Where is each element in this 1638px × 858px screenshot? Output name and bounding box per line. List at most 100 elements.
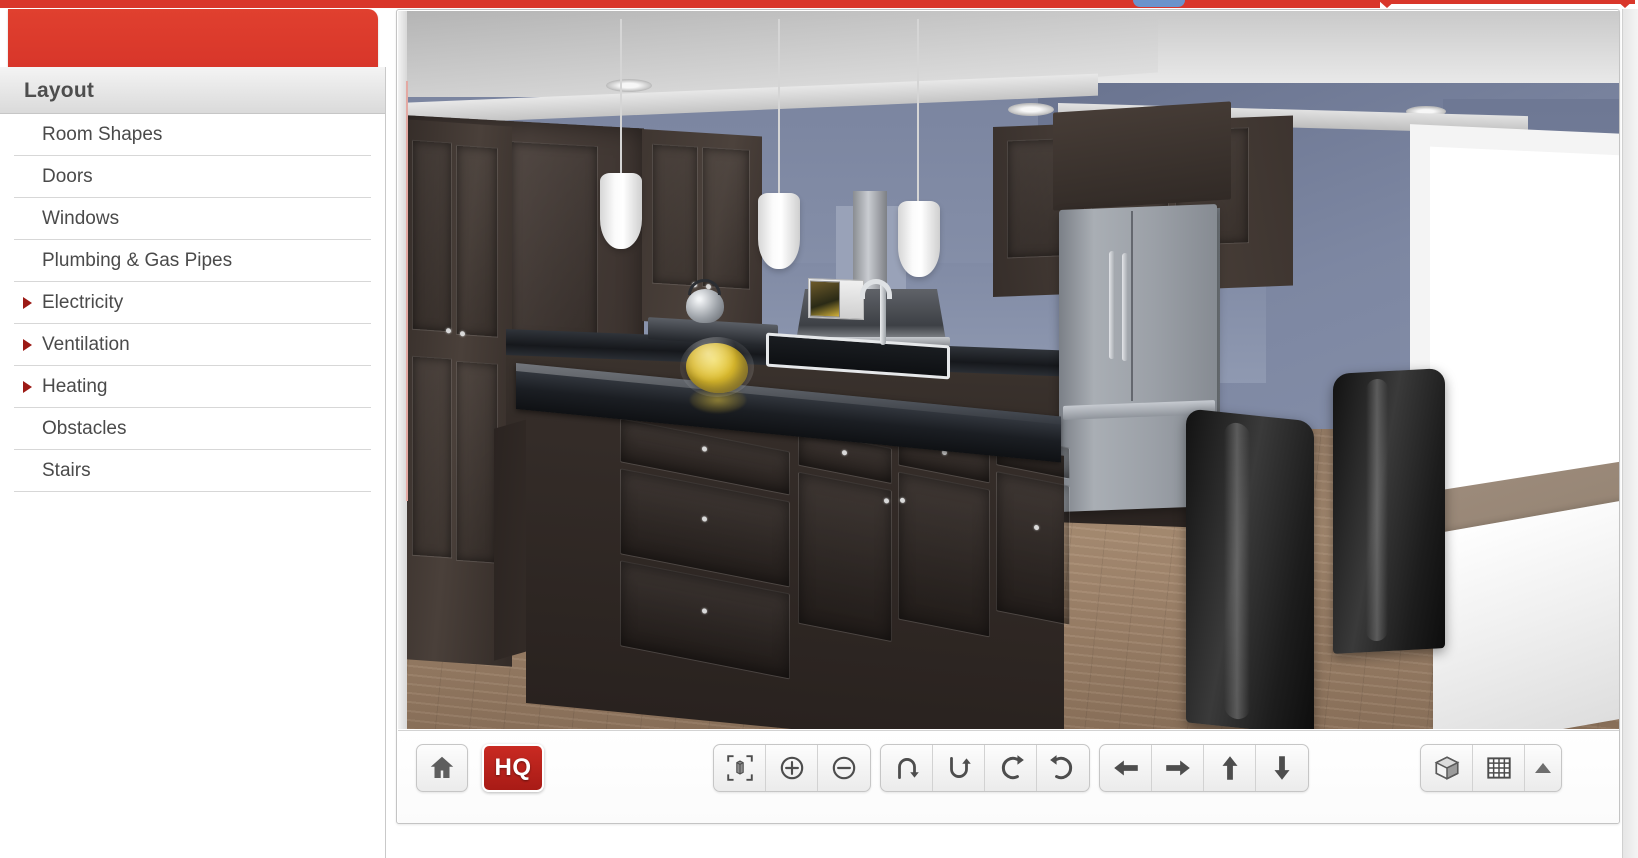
fruit-bowl-glass — [680, 337, 754, 397]
sidebar-item-heating[interactable]: Heating — [14, 366, 371, 408]
arrow-up-icon — [1222, 756, 1237, 780]
zoom-out-button[interactable] — [818, 745, 870, 791]
view-3d-button[interactable] — [1421, 745, 1473, 791]
zoom-out-icon — [832, 756, 856, 780]
rotate-button-group — [880, 744, 1090, 792]
arrow-right-icon — [1165, 760, 1190, 776]
refrigerator-door-split — [1131, 210, 1133, 402]
page-title: Layout — [0, 67, 385, 114]
grid-2d-icon — [1486, 757, 1511, 779]
top-chrome-notch — [1290, 0, 1308, 8]
cube-3d-icon — [1434, 756, 1459, 780]
sidebar-item-electricity[interactable]: Electricity — [14, 282, 371, 324]
rotate-right-button[interactable] — [1037, 745, 1089, 791]
view-2d-button[interactable] — [1473, 745, 1525, 791]
recessed-light — [606, 79, 652, 92]
pan-up-button[interactable] — [1204, 745, 1256, 791]
sidebar-item-plumbing-gas-pipes[interactable]: Plumbing & Gas Pipes — [14, 240, 371, 282]
zoom-in-icon — [780, 756, 803, 780]
chevron-right-icon — [23, 338, 32, 351]
tilt-up-button[interactable] — [881, 745, 933, 791]
dining-chair-highlight — [1366, 378, 1388, 642]
sidebar-item-room-shapes[interactable]: Room Shapes — [14, 114, 371, 156]
hq-quality-button[interactable]: HQ — [482, 744, 544, 792]
island-cabinet-door — [798, 471, 892, 643]
island-cabinet-door — [996, 471, 1070, 626]
chevron-right-icon — [23, 296, 32, 309]
pendant-light — [898, 201, 940, 277]
cabinet-knob — [446, 328, 451, 334]
pendant-cord — [778, 19, 780, 197]
cabinet-knob — [460, 331, 465, 337]
sidebar-item-doors[interactable]: Doors — [14, 156, 371, 198]
sidebar-item-label: Plumbing & Gas Pipes — [42, 250, 233, 271]
cabinet-door-panel — [412, 139, 452, 333]
sidebar-panel: Layout Room Shapes Doors Windows Plumbin… — [0, 67, 386, 858]
top-chrome-pill[interactable] — [1133, 0, 1185, 7]
fit-to-object-icon — [726, 755, 753, 781]
fit-to-object-button[interactable] — [714, 745, 766, 791]
pan-down-button[interactable] — [1256, 745, 1308, 791]
arrow-down-icon — [1274, 756, 1290, 780]
cabinet-door-panel — [456, 144, 498, 338]
arrow-left-icon — [1113, 760, 1138, 776]
sidebar-item-label: Obstacles — [42, 418, 127, 439]
pendant-cord — [620, 19, 622, 177]
viewport-frame: HQ — [396, 9, 1620, 824]
sidebar-menu: Room Shapes Doors Windows Plumbing & Gas… — [0, 114, 385, 492]
home-icon — [430, 756, 454, 778]
zoom-button-group — [713, 744, 871, 792]
sidebar-active-tab[interactable] — [8, 9, 378, 67]
cabinet-knob — [702, 608, 707, 614]
pendant-cord — [917, 19, 919, 205]
kitchen-scene — [398, 11, 1619, 729]
pendant-light — [600, 173, 642, 249]
sidebar-item-label: Room Shapes — [42, 124, 163, 145]
cabinet-knob — [884, 498, 889, 504]
hq-label: HQ — [494, 754, 532, 781]
pan-left-button[interactable] — [1100, 745, 1152, 791]
application-window: Layout Room Shapes Doors Windows Plumbin… — [0, 0, 1638, 858]
pendant-light — [758, 193, 800, 269]
pan-right-button[interactable] — [1152, 745, 1204, 791]
tilt-up-icon — [897, 758, 919, 780]
sidebar-item-obstacles[interactable]: Obstacles — [14, 408, 371, 450]
cabinet-door-panel — [510, 141, 598, 342]
caret-up-icon — [1535, 763, 1551, 773]
island-cabinet-door — [898, 471, 990, 638]
sidebar-item-ventilation[interactable]: Ventilation — [14, 324, 371, 366]
viewport-toolbar: HQ — [398, 730, 1619, 823]
sidebar-item-windows[interactable]: Windows — [14, 198, 371, 240]
cabinet-knob — [702, 446, 707, 452]
cabinet-knob — [702, 516, 707, 522]
cabinet-knob — [1034, 524, 1039, 531]
dining-chair — [1186, 408, 1314, 729]
top-chrome-notch — [1378, 0, 1396, 8]
sidebar-item-label: Doors — [42, 166, 93, 187]
cabinet-knob — [842, 449, 847, 456]
counter-picture-frame — [810, 280, 840, 318]
top-chrome-red-bar-right — [1385, 0, 1635, 4]
dining-chair-highlight — [1224, 421, 1250, 721]
zoom-in-button[interactable] — [766, 745, 818, 791]
over-fridge-cabinet — [1053, 101, 1231, 211]
home-view-button[interactable] — [416, 744, 468, 792]
render-left-accent — [406, 81, 408, 501]
window-scroll-rail[interactable] — [1622, 9, 1638, 858]
refrigerator-handle — [1109, 250, 1115, 360]
rotate-left-button[interactable] — [985, 745, 1037, 791]
tilt-down-button[interactable] — [933, 745, 985, 791]
expand-options-button[interactable] — [1525, 745, 1561, 791]
3d-render-canvas[interactable] — [398, 11, 1619, 729]
refrigerator-handle — [1122, 252, 1128, 362]
rotate-right-icon — [1050, 755, 1073, 780]
cabinet-door-panel — [702, 146, 750, 290]
recessed-light — [1008, 103, 1054, 116]
cabinet-knob — [900, 497, 905, 504]
view-mode-button-group — [1420, 744, 1562, 792]
sidebar-item-stairs[interactable]: Stairs — [14, 450, 371, 492]
tilt-down-icon — [949, 756, 971, 778]
top-chrome-strip — [0, 0, 1638, 9]
chevron-right-icon — [23, 380, 32, 393]
cabinet-door-panel — [412, 355, 452, 559]
